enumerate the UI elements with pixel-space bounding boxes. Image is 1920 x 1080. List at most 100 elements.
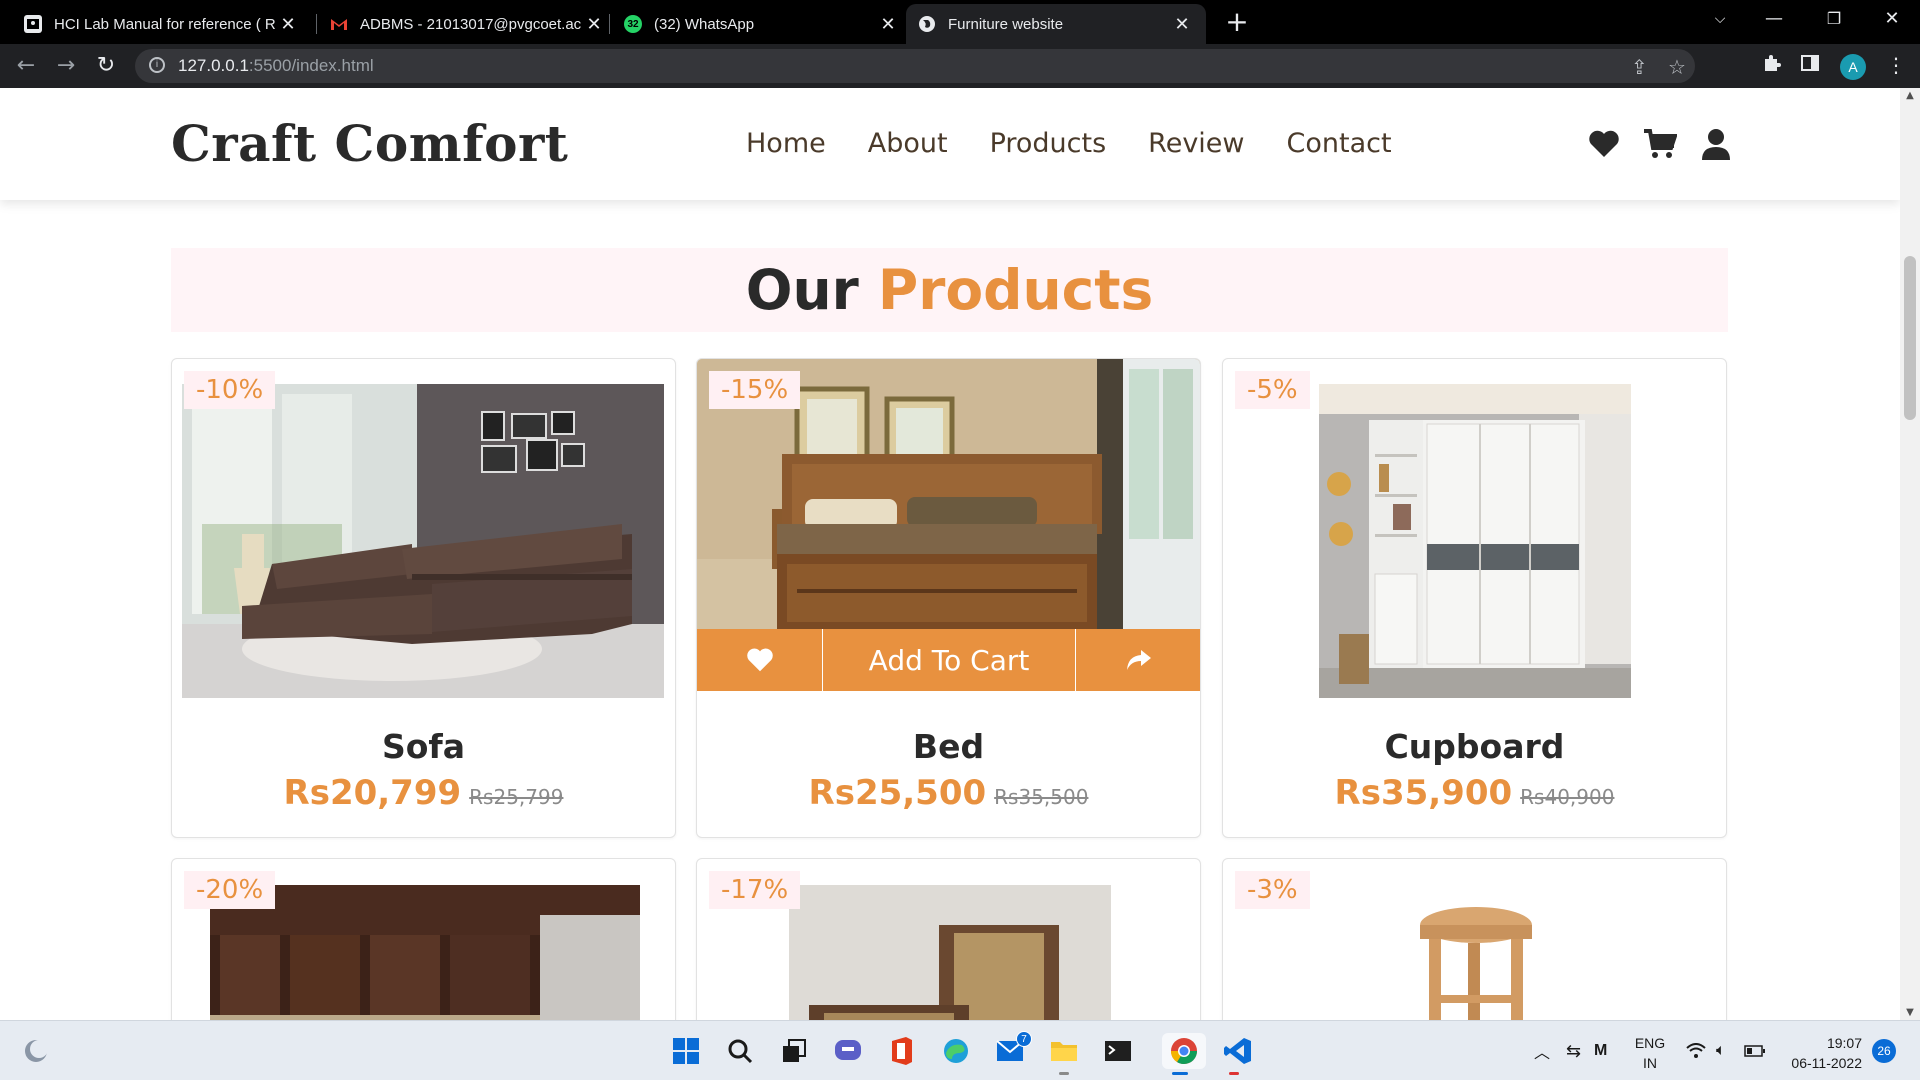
cart-icon[interactable] bbox=[1642, 126, 1678, 162]
task-view-icon[interactable] bbox=[776, 1033, 812, 1069]
share-button[interactable] bbox=[1076, 629, 1200, 691]
product-card-sofa[interactable]: -10% Sofa Rs20,799 Rs25,799 bbox=[171, 358, 676, 838]
close-tab-icon[interactable]: ✕ bbox=[582, 14, 606, 35]
windows-start-icon[interactable] bbox=[668, 1033, 704, 1069]
office-icon[interactable] bbox=[884, 1033, 920, 1069]
teams-chat-icon[interactable] bbox=[830, 1033, 866, 1069]
side-panel-icon[interactable] bbox=[1800, 53, 1820, 78]
terminal-icon[interactable] bbox=[1100, 1033, 1136, 1069]
vscode-icon[interactable] bbox=[1216, 1033, 1260, 1075]
running-indicator bbox=[1229, 1072, 1239, 1075]
share-arrow-icon bbox=[1127, 650, 1151, 670]
heading-accent: Products bbox=[877, 258, 1154, 322]
heart-icon[interactable] bbox=[1586, 126, 1622, 162]
sofa-image bbox=[182, 384, 664, 698]
close-tab-icon[interactable]: ✕ bbox=[276, 14, 300, 35]
browser-menu-icon[interactable]: ⋮ bbox=[1886, 53, 1906, 77]
close-window-button[interactable]: ✕ bbox=[1864, 0, 1920, 40]
network-sync-icon[interactable]: ⇆ bbox=[1566, 1021, 1581, 1080]
language-indicator[interactable]: ENG IN bbox=[1633, 1033, 1667, 1073]
nav-review[interactable]: Review bbox=[1148, 128, 1244, 159]
discount-badge: -5% bbox=[1235, 371, 1310, 409]
battery-icon[interactable] bbox=[1744, 1021, 1766, 1080]
url-host: 127.0.0.1 bbox=[178, 56, 249, 75]
tab-separator bbox=[316, 14, 317, 34]
edge-browser-icon[interactable] bbox=[938, 1033, 974, 1069]
discount-badge: -17% bbox=[709, 871, 801, 909]
clock-time: 19:07 bbox=[1826, 1035, 1862, 1051]
reload-icon[interactable]: ↻ bbox=[92, 52, 120, 80]
show-hidden-icons[interactable]: ︿ bbox=[1534, 1021, 1550, 1080]
tab-furniture-website[interactable]: Furniture website ✕ bbox=[906, 4, 1206, 44]
tab-separator bbox=[609, 14, 610, 34]
extensions-puzzle-icon[interactable] bbox=[1762, 53, 1782, 78]
url-text[interactable]: 127.0.0.1:5500/index.html bbox=[178, 56, 374, 76]
page-viewport: Craft Comfort Home About Products Review… bbox=[0, 88, 1900, 1020]
bookmark-star-icon[interactable]: ☆ bbox=[1668, 55, 1686, 79]
system-clock[interactable]: 19:07 06-11-2022 bbox=[1782, 1033, 1862, 1073]
product-card-4[interactable]: -20% bbox=[171, 858, 676, 1020]
nav-about[interactable]: About bbox=[868, 128, 948, 159]
restore-button[interactable]: ❐ bbox=[1806, 0, 1862, 40]
discount-badge: -10% bbox=[184, 371, 276, 409]
chair-image bbox=[789, 885, 1111, 1020]
back-arrow-icon[interactable]: ← bbox=[12, 52, 40, 80]
search-icon[interactable] bbox=[722, 1033, 758, 1069]
tab-hci-lab-manual[interactable]: HCI Lab Manual for reference ( R ✕ bbox=[12, 4, 312, 44]
language-code: ENG bbox=[1634, 1035, 1666, 1051]
tab-adbms-gmail[interactable]: ADBMS - 21013017@pvgcoet.ac ✕ bbox=[318, 4, 618, 44]
scrollbar-thumb[interactable] bbox=[1904, 256, 1916, 420]
product-card-6[interactable]: -3% bbox=[1222, 858, 1727, 1020]
discount-badge: -3% bbox=[1235, 871, 1310, 909]
site-logo[interactable]: Craft Comfort bbox=[171, 114, 568, 173]
discount-badge: -15% bbox=[709, 371, 801, 409]
current-price: Rs35,900 bbox=[1334, 773, 1513, 813]
stool-image bbox=[1373, 885, 1579, 1020]
close-tab-icon[interactable]: ✕ bbox=[1170, 14, 1194, 35]
browser-tab-bar: HCI Lab Manual for reference ( R ✕ ADBMS… bbox=[0, 0, 1920, 44]
active-indicator bbox=[1172, 1072, 1188, 1075]
user-icon[interactable] bbox=[1698, 126, 1734, 162]
mail-icon[interactable]: 7 bbox=[992, 1031, 1032, 1069]
tab-title: Furniture website bbox=[948, 15, 1064, 33]
forward-arrow-icon[interactable]: → bbox=[52, 52, 80, 80]
nav-products[interactable]: Products bbox=[990, 128, 1107, 159]
nav-contact[interactable]: Contact bbox=[1287, 128, 1392, 159]
address-toolbar: ← → ↻ i 127.0.0.1:5500/index.html ⇪ ☆ A … bbox=[0, 44, 1920, 88]
heart-icon bbox=[746, 648, 773, 672]
add-to-cart-button[interactable]: Add To Cart bbox=[823, 629, 1076, 691]
product-card-5[interactable]: -17% bbox=[696, 858, 1201, 1020]
product-name: Bed bbox=[912, 727, 985, 766]
scroll-down-icon[interactable]: ▼ bbox=[1900, 1007, 1920, 1018]
file-explorer-icon[interactable] bbox=[1046, 1033, 1082, 1075]
share-icon[interactable]: ⇪ bbox=[1631, 55, 1648, 79]
weather-widget-icon[interactable] bbox=[18, 1033, 54, 1069]
close-tab-icon[interactable]: ✕ bbox=[876, 14, 900, 35]
profile-avatar[interactable]: A bbox=[1840, 54, 1866, 80]
wishlist-button[interactable] bbox=[697, 629, 823, 691]
chrome-icon[interactable] bbox=[1162, 1033, 1206, 1075]
site-info-icon[interactable]: i bbox=[149, 57, 165, 73]
tab-title: HCI Lab Manual for reference ( R bbox=[54, 15, 276, 33]
whatsapp-icon: 32 bbox=[624, 15, 642, 33]
product-card-bed[interactable]: -15% Add To Cart Bed Rs25,500 Rs35,500 bbox=[696, 358, 1201, 838]
original-price: Rs40,900 bbox=[1520, 785, 1615, 809]
minimize-button[interactable]: — bbox=[1746, 0, 1802, 40]
original-price: Rs25,799 bbox=[469, 785, 564, 809]
volume-icon[interactable]: 🔈︎ bbox=[1716, 1021, 1726, 1080]
tab-title: ADBMS - 21013017@pvgcoet.ac bbox=[360, 15, 582, 33]
scroll-up-icon[interactable]: ▲ bbox=[1900, 90, 1920, 101]
product-card-cupboard[interactable]: -5% Cupboard Rs35,900 Rs40,900 bbox=[1222, 358, 1727, 838]
new-tab-button[interactable]: + bbox=[1220, 6, 1254, 40]
current-price: Rs25,500 bbox=[808, 773, 987, 813]
nav-home[interactable]: Home bbox=[746, 128, 826, 159]
current-price: Rs20,799 bbox=[283, 773, 462, 813]
product-price: Rs25,500 Rs35,500 bbox=[697, 773, 1200, 813]
address-bar[interactable]: i 127.0.0.1:5500/index.html ⇪ ☆ bbox=[135, 49, 1695, 83]
tab-search-chevron-icon[interactable]: ⌵ bbox=[1692, 0, 1748, 40]
tab-whatsapp[interactable]: 32 (32) WhatsApp ✕ bbox=[612, 4, 912, 44]
page-scrollbar[interactable]: ▲ ▼ bbox=[1900, 88, 1920, 1020]
gmail-tray-icon[interactable]: M bbox=[1594, 1021, 1607, 1080]
wifi-icon[interactable] bbox=[1686, 1021, 1706, 1080]
notification-badge[interactable]: 26 bbox=[1872, 1039, 1896, 1063]
